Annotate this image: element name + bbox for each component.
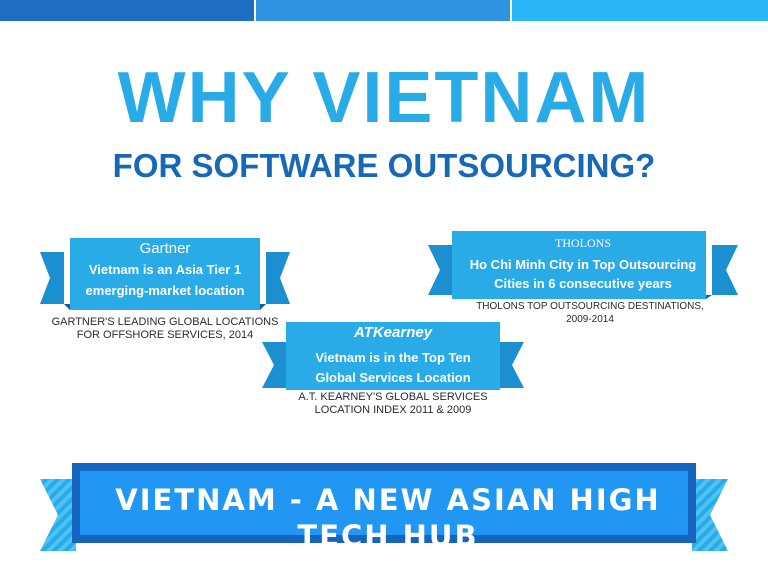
badge-line-1: Vietnam is in the Top Ten: [315, 350, 471, 365]
atkearney-badge: ATKearney Vietnam is in the Top Ten Glob…: [262, 322, 524, 390]
gartner-caption: GARTNER'S LEADING GLOBAL LOCATIONS FOR O…: [30, 316, 300, 342]
caption-line-2: LOCATION INDEX 2011 & 2009: [314, 404, 472, 416]
page-title: WHY VIETNAM: [117, 58, 651, 138]
banner-text: VIETNAM - A NEW ASIAN HIGH TECH HUB: [115, 483, 661, 553]
caption-line-1: THOLONS TOP OUTSOURCING DESTINATIONS,: [476, 301, 704, 312]
caption-line-1: GARTNER'S LEADING GLOBAL LOCATIONS: [51, 316, 279, 328]
badge-line-2: Cities in 6 consecutive years: [494, 276, 672, 291]
caption-line-2: FOR OFFSHORE SERVICES, 2014: [76, 329, 254, 341]
gartner-badge: Gartner Vietnam is an Asia Tier 1 emergi…: [40, 238, 290, 314]
gartner-logo: Gartner: [139, 240, 191, 257]
atkearney-logo: ATKearney: [353, 324, 433, 341]
tholons-badge: THOLONS Ho Chi Minh City in Top Outsourc…: [428, 231, 738, 299]
top-bar-segment-2: [256, 0, 510, 21]
badge-line-1: Vietnam is an Asia Tier 1: [88, 262, 242, 277]
top-bar-segment-3: [512, 0, 768, 21]
top-bar-segment-1: [0, 0, 254, 21]
atkearney-caption: A.T. KEARNEY'S GLOBAL SERVICES LOCATION …: [262, 391, 524, 417]
badge-line-2: emerging-market location: [85, 283, 245, 298]
badge-line-1: Ho Chi Minh City in Top Outsourcing: [469, 257, 697, 272]
page-subtitle: FOR SOFTWARE OUTSOURCING?: [112, 147, 656, 184]
tholons-logo: THOLONS: [555, 236, 611, 250]
badge-line-2: Global Services Location: [315, 370, 471, 385]
caption-line-1: A.T. KEARNEY'S GLOBAL SERVICES: [298, 391, 488, 403]
